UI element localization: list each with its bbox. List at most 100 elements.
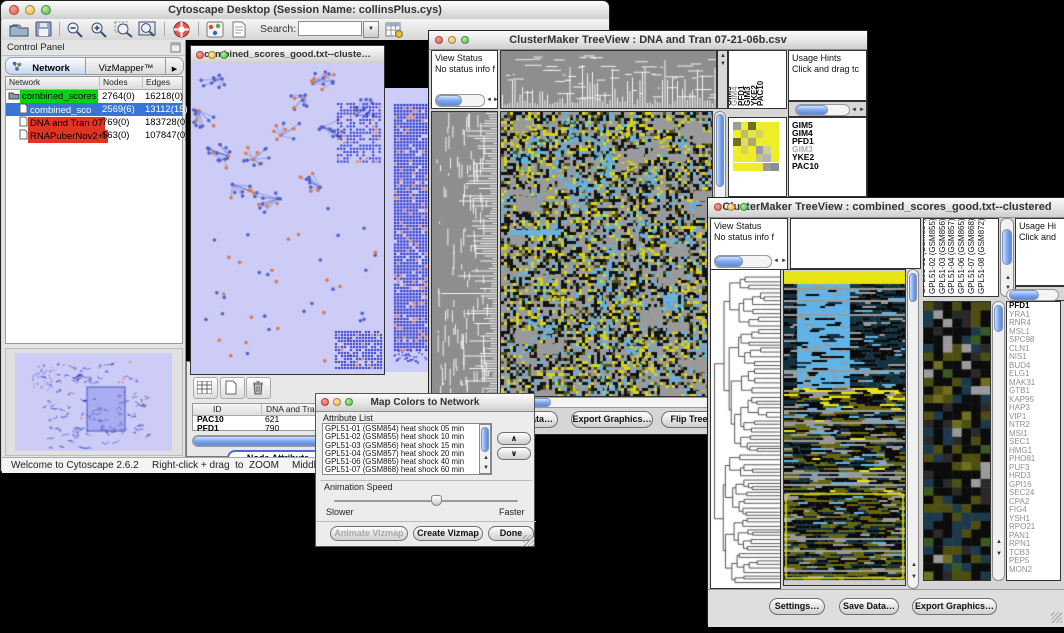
tv1-column-label[interactable]: PAC10 [757, 81, 765, 106]
mini-heatmap-cell[interactable] [741, 122, 749, 130]
attribute-listbox[interactable]: GPL51-01 (GSM854) heat shock 05 minGPL51… [322, 423, 492, 475]
attribute-select-button[interactable] [193, 377, 218, 399]
mini-heatmap-cell[interactable] [763, 130, 771, 138]
scroll-up-icon[interactable]: ▲ [911, 562, 917, 568]
tv2-heatmap-vscrollbar[interactable]: ▲ ▼ [907, 269, 919, 589]
help-lifesaver-icon[interactable] [173, 21, 190, 38]
annotation-icon[interactable] [231, 21, 247, 38]
mini-heatmap-cell[interactable] [756, 130, 764, 138]
zoom-window-icon[interactable] [740, 203, 748, 211]
mini-heatmap-cell[interactable] [748, 163, 756, 171]
mini-heatmap-cell[interactable] [771, 154, 779, 162]
minimize-icon[interactable] [333, 398, 341, 406]
network-list-row[interactable]: combined_sco2569(6)13112(15) [6, 103, 182, 116]
mini-heatmap-cell[interactable] [733, 122, 741, 130]
zoom-window-icon[interactable] [220, 51, 228, 59]
mini-heatmap-cell[interactable] [771, 146, 779, 154]
tv1-hints-hscrollbar[interactable] [795, 104, 850, 116]
zoom-fit-icon[interactable] [138, 21, 157, 38]
tv2-status-hscrollbar[interactable] [714, 255, 772, 268]
minimize-icon[interactable] [448, 36, 456, 44]
mini-heatmap-cell[interactable] [756, 122, 764, 130]
close-icon[interactable] [714, 203, 722, 211]
scroll-right-icon[interactable]: ► [493, 97, 498, 103]
mini-heatmap-cell[interactable] [748, 138, 756, 146]
network-overview-canvas[interactable] [15, 353, 172, 451]
create-vizmap-button[interactable]: Create Vizmap [413, 526, 483, 541]
scroll-left-icon[interactable]: ◄ [486, 97, 492, 103]
scroll-down-icon[interactable]: ▼ [996, 551, 1002, 557]
zoom-out-icon[interactable] [66, 21, 84, 38]
network-list-row[interactable]: RNAPuberNov2+!563(0)107847(0) [6, 129, 182, 142]
main-title-bar[interactable]: Cytoscape Desktop (Session Name: collins… [1, 1, 609, 20]
mini-heatmap-cell[interactable] [748, 122, 756, 130]
network-view-window-grid[interactable] [383, 88, 433, 372]
close-icon[interactable] [9, 5, 19, 15]
tv1-heatmap-canvas[interactable] [501, 112, 712, 396]
network-canvas[interactable] [191, 63, 384, 374]
tv2-export-graphics-button[interactable]: Export Graphics… [912, 598, 997, 615]
mini-heatmap-cell[interactable] [771, 130, 779, 138]
tv1-status-hscrollbar[interactable] [435, 94, 485, 107]
float-panel-icon[interactable] [170, 42, 181, 53]
mini-heatmap-cell[interactable] [756, 146, 764, 154]
search-input[interactable] [298, 21, 362, 36]
scroll-down-icon[interactable]: ▼ [483, 465, 489, 471]
new-attribute-button[interactable] [220, 377, 245, 399]
zoom-in-icon[interactable] [90, 21, 108, 38]
scroll-up-icon[interactable]: ▲ [720, 53, 726, 59]
search-dropdown-button[interactable]: ▼ [363, 21, 379, 38]
tv1-column-dendrogram-canvas[interactable] [501, 51, 716, 108]
resize-grip[interactable] [523, 535, 534, 546]
slider-thumb[interactable] [431, 495, 442, 506]
move-up-button[interactable]: ∧ [497, 432, 531, 445]
mini-heatmap-cell[interactable] [733, 138, 741, 146]
mini-heatmap-cell[interactable] [741, 146, 749, 154]
tv2-column-dendrogram-panel[interactable] [790, 218, 921, 269]
tv2-zoom-heatmap-canvas[interactable] [924, 302, 990, 580]
mini-heatmap-cell[interactable] [748, 154, 756, 162]
tv2-heatmap-canvas[interactable] [784, 270, 905, 585]
tv1-mini-heatmap[interactable] [733, 122, 779, 171]
mini-heatmap-cell[interactable] [733, 146, 741, 154]
animation-speed-slider[interactable] [334, 494, 518, 508]
close-icon[interactable] [196, 51, 204, 59]
mini-heatmap-cell[interactable] [763, 146, 771, 154]
mini-heatmap-cell[interactable] [733, 154, 741, 162]
mini-heatmap-cell[interactable] [771, 122, 779, 130]
animate-vizmap-button[interactable]: Animate Vizmap [330, 526, 408, 541]
tab-vizmapper[interactable]: VizMapper™ [85, 57, 167, 75]
mini-heatmap-cell[interactable] [748, 146, 756, 154]
mini-heatmap-cell[interactable] [748, 130, 756, 138]
mini-heatmap-cell[interactable] [763, 138, 771, 146]
minimize-icon[interactable] [208, 51, 216, 59]
tv2-genes-hscrollbar[interactable] [1006, 289, 1059, 301]
dp-col-id[interactable]: ID [213, 404, 222, 414]
mini-heatmap-cell[interactable] [756, 138, 764, 146]
move-down-button[interactable]: ∨ [497, 447, 531, 460]
network-list-row[interactable]: combined_scores2764(0)16218(0) [6, 90, 182, 103]
col-edges[interactable]: Edges [142, 77, 170, 87]
minimize-icon[interactable] [25, 5, 35, 15]
mini-heatmap-cell[interactable] [741, 138, 749, 146]
scroll-left-icon[interactable]: ◄ [773, 258, 779, 264]
mini-heatmap-cell[interactable] [733, 130, 741, 138]
mini-heatmap-cell[interactable] [733, 163, 741, 171]
col-nodes[interactable]: Nodes [99, 77, 128, 87]
resize-grip[interactable] [1051, 612, 1062, 623]
mini-heatmap-cell[interactable] [763, 163, 771, 171]
zoom-window-icon[interactable] [345, 398, 353, 406]
mini-heatmap-cell[interactable] [741, 154, 749, 162]
save-session-icon[interactable] [35, 21, 52, 37]
tv2-column-label[interactable]: GPL51-01 (GSM854) [923, 218, 927, 294]
close-icon[interactable] [435, 36, 443, 44]
attribute-browser-icon[interactable] [385, 21, 403, 38]
mini-heatmap-cell[interactable] [741, 130, 749, 138]
tv2-column-label[interactable]: GPL51-02 (GSM855) [929, 218, 937, 294]
open-session-icon[interactable] [9, 21, 29, 37]
close-icon[interactable] [321, 398, 329, 406]
mini-heatmap-cell[interactable] [756, 163, 764, 171]
attribute-list-vscrollbar[interactable]: ▲ ▼ [479, 424, 491, 474]
tv1-export-graphics-button[interactable]: Export Graphics… [571, 411, 653, 428]
scroll-up-icon[interactable]: ▲ [483, 455, 489, 461]
